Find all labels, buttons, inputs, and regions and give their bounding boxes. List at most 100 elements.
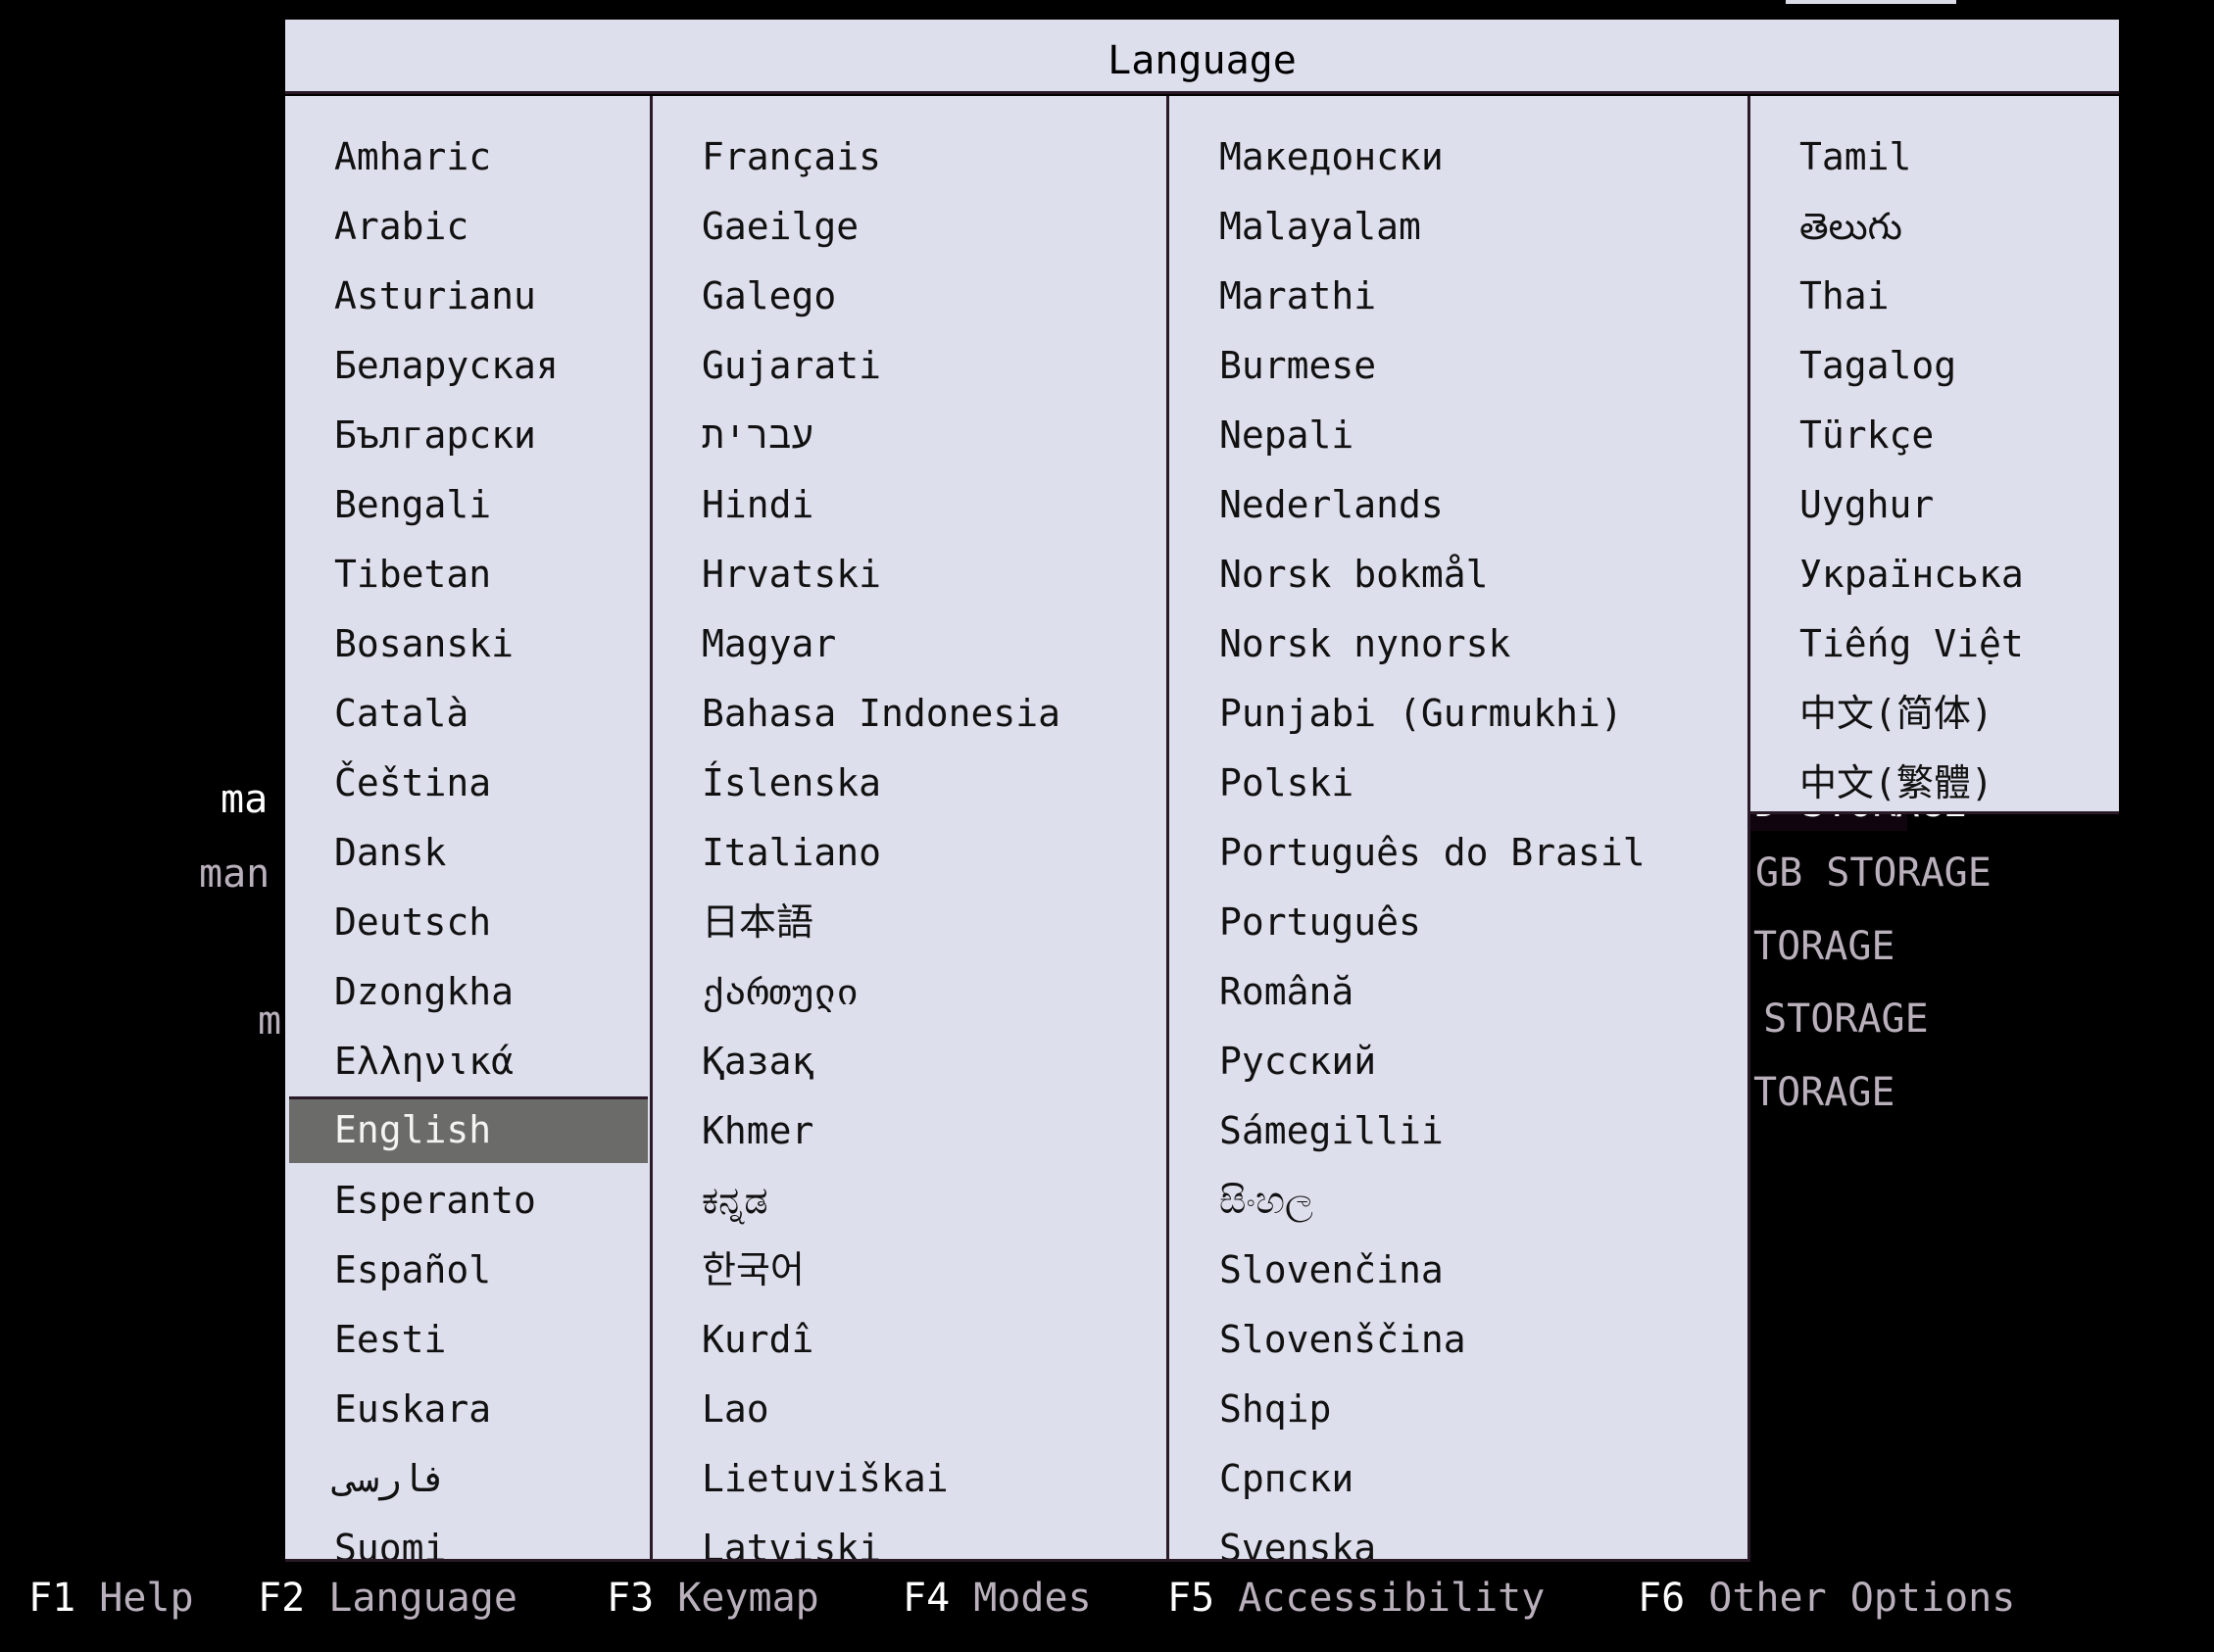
language-option[interactable]: Amharic (289, 122, 648, 192)
language-option[interactable]: Kurdî (653, 1305, 1162, 1375)
background-menu-fragment: ma (221, 777, 269, 822)
fkey-label: Accessibility (1238, 1576, 1546, 1621)
language-option[interactable]: Čeština (289, 749, 648, 818)
language-option[interactable]: Slovenčina (1169, 1236, 1744, 1305)
fkey-accessibility[interactable]: F5 Accessibility (1167, 1572, 1545, 1625)
fkey-label: Other Options (1708, 1576, 2016, 1621)
language-option[interactable]: Hindi (653, 470, 1162, 540)
language-option[interactable]: Norsk bokmål (1169, 540, 1744, 609)
language-column-4: Tamil తెలుగు Thai Tagalog Türkçe Uyghur Україн… (1750, 96, 2119, 814)
language-option[interactable]: Thai (1750, 262, 2113, 331)
language-option[interactable]: Беларуская (289, 331, 648, 401)
language-option[interactable]: 한국어 (653, 1236, 1162, 1305)
language-option[interactable]: 中文(繁體) (1750, 749, 2113, 818)
language-option[interactable]: Українська (1750, 540, 2113, 609)
language-option[interactable]: Lao (653, 1375, 1162, 1444)
language-option[interactable]: Nederlands (1169, 470, 1744, 540)
language-option[interactable]: Српски (1169, 1444, 1744, 1514)
language-option[interactable]: Punjabi (Gurmukhi) (1169, 679, 1744, 749)
language-option[interactable]: Ελληνικά (289, 1027, 648, 1096)
language-option[interactable]: 日本語 (653, 888, 1162, 957)
language-option[interactable]: Nepali (1169, 401, 1744, 470)
language-option[interactable]: Norsk nynorsk (1169, 609, 1744, 679)
language-option[interactable]: Dansk (289, 818, 648, 888)
language-option[interactable]: Hrvatski (653, 540, 1162, 609)
column-4-bottom-border (1750, 811, 2119, 814)
language-option[interactable]: Русский (1169, 1027, 1744, 1096)
fkey-key: F6 (1638, 1576, 1686, 1621)
language-option[interactable]: Magyar (653, 609, 1162, 679)
language-option[interactable]: Arabic (289, 192, 648, 262)
language-option[interactable]: Dzongkha (289, 957, 648, 1027)
language-option[interactable]: Sámegillii (1169, 1096, 1744, 1166)
fkey-key: F1 (28, 1576, 76, 1621)
language-option[interactable]: ಕನ್ನಡ (653, 1166, 1162, 1236)
fkey-key: F4 (903, 1576, 951, 1621)
language-option[interactable]: فارسی (289, 1444, 648, 1514)
fkey-keymap[interactable]: F3 Keymap (607, 1572, 819, 1625)
fkey-language[interactable]: F2 Language (258, 1572, 517, 1625)
fkey-help[interactable]: F1 Help (28, 1572, 194, 1625)
language-option[interactable]: Esperanto (289, 1166, 648, 1236)
fkey-label: Modes (973, 1576, 1092, 1621)
language-option[interactable]: Български (289, 401, 648, 470)
language-option[interactable]: Slovenščina (1169, 1305, 1744, 1375)
fkey-label: Help (99, 1576, 194, 1621)
dialog-title: Language (285, 20, 2119, 94)
language-option[interactable]: Burmese (1169, 331, 1744, 401)
language-column-2: Français Gaeilge Galego Gujarati עברית Hindi H… (653, 96, 1169, 1570)
language-option[interactable]: Uyghur (1750, 470, 2113, 540)
language-option[interactable]: Bengali (289, 470, 648, 540)
fkey-key: F2 (258, 1576, 306, 1621)
fkey-label: Language (328, 1576, 517, 1621)
top-strip (1786, 0, 1956, 4)
language-option[interactable]: Galego (653, 262, 1162, 331)
language-option[interactable]: 中文(简体) (1750, 679, 2113, 749)
language-dialog: Language Amharic Arabic Asturianu Беларуска… (285, 20, 2119, 1570)
language-option[interactable]: Tamil (1750, 122, 2113, 192)
language-option[interactable]: Português (1169, 888, 1744, 957)
language-option[interactable]: Tiếng Việt (1750, 609, 2113, 679)
language-option[interactable]: ქართული (653, 957, 1162, 1027)
language-option[interactable]: Lietuviškai (653, 1444, 1162, 1514)
language-option[interactable]: Bahasa Indonesia (653, 679, 1162, 749)
language-option[interactable]: తెలుగు (1750, 192, 2113, 262)
language-option[interactable]: Türkçe (1750, 401, 2113, 470)
language-option[interactable]: Marathi (1169, 262, 1744, 331)
language-option[interactable]: עברית (653, 401, 1162, 470)
fkey-modes[interactable]: F4 Modes (903, 1572, 1092, 1625)
language-column-1: Amharic Arabic Asturianu Беларуская Българск… (285, 96, 653, 1570)
language-option[interactable]: Қазақ (653, 1027, 1162, 1096)
fkey-other-options[interactable]: F6 Other Options (1638, 1572, 2015, 1625)
language-column-3: Македонски Malayalam Marathi Burmese Nepali N… (1169, 96, 1750, 1570)
language-option[interactable]: Polski (1169, 749, 1744, 818)
fkey-label: Keymap (677, 1576, 819, 1621)
language-option[interactable]: Gaeilge (653, 192, 1162, 262)
language-option[interactable]: Español (289, 1236, 648, 1305)
language-option-selected[interactable]: English (289, 1096, 648, 1163)
language-option[interactable]: සිංහල (1169, 1166, 1744, 1236)
language-option[interactable]: Bosanski (289, 609, 648, 679)
language-option[interactable]: Français (653, 122, 1162, 192)
language-option[interactable]: Shqip (1169, 1375, 1744, 1444)
background-menu-fragment: man (199, 851, 271, 897)
language-option[interactable]: Khmer (653, 1096, 1162, 1166)
language-option[interactable]: Asturianu (289, 262, 648, 331)
language-option[interactable]: Gujarati (653, 331, 1162, 401)
background-menu-fragment: m (258, 998, 282, 1044)
language-option[interactable]: Euskara (289, 1375, 648, 1444)
language-option[interactable]: Català (289, 679, 648, 749)
language-option[interactable]: Deutsch (289, 888, 648, 957)
language-option[interactable]: Íslenska (653, 749, 1162, 818)
language-option[interactable]: Tagalog (1750, 331, 2113, 401)
fkey-key: F3 (607, 1576, 655, 1621)
language-option[interactable]: Italiano (653, 818, 1162, 888)
language-option[interactable]: Română (1169, 957, 1744, 1027)
dialog-bottom-border (285, 1559, 1750, 1562)
language-option[interactable]: Tibetan (289, 540, 648, 609)
language-option[interactable]: Македонски (1169, 122, 1744, 192)
language-option[interactable]: Eesti (289, 1305, 648, 1375)
language-option[interactable]: Malayalam (1169, 192, 1744, 262)
fkey-key: F5 (1167, 1576, 1215, 1621)
language-option[interactable]: Português do Brasil (1169, 818, 1744, 888)
